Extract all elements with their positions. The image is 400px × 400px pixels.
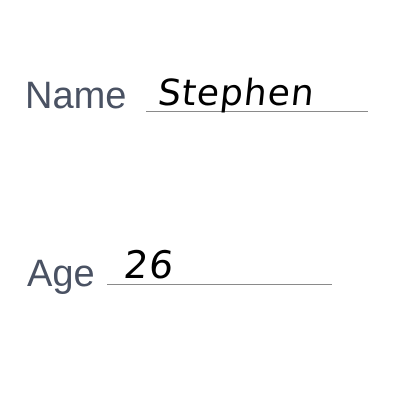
name-label: Name xyxy=(25,75,127,117)
age-label: Age xyxy=(27,253,95,295)
age-handwritten-value[interactable]: 26 xyxy=(122,243,177,287)
name-handwritten-value[interactable]: Stephen xyxy=(156,73,317,114)
